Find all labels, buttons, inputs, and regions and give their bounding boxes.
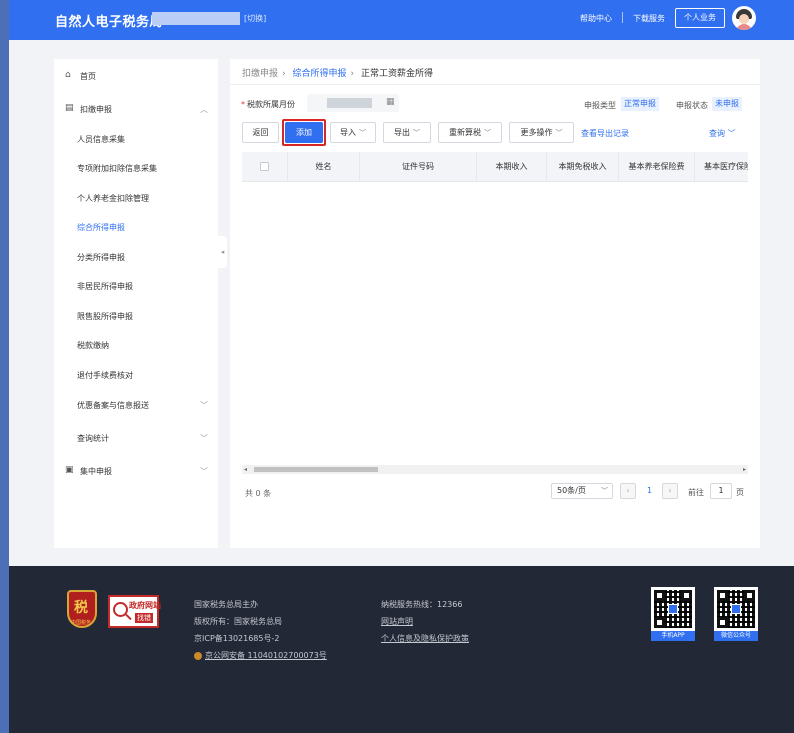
document-icon: ▤ xyxy=(65,103,74,113)
decl-status-badge: 未申报 xyxy=(712,97,742,111)
help-center-link[interactable]: 帮助中心 xyxy=(580,13,612,24)
collection-icon: ▣ xyxy=(65,465,74,475)
horizontal-scrollbar[interactable]: ◂ ▸ xyxy=(242,465,748,474)
next-page-button[interactable]: › xyxy=(662,483,678,499)
main-panel: 扣缴申报 › 综合所得申报 › 正常工资薪金所得 * 税款所属月份 ▦ 申报类型 正常… xyxy=(230,59,760,548)
site-statement-link[interactable]: 网站声明 xyxy=(381,613,469,630)
chevron-down-icon: ﹀ xyxy=(200,401,208,410)
sidebar: ⌂ 首页 ▤ 扣缴申报 ︿ 人员信息采集 专项附加扣除信息采集 个人养老金扣除管… xyxy=(54,59,218,548)
chevron-down-icon: ﹀ xyxy=(725,129,736,138)
decl-type-badge: 正常申报 xyxy=(621,97,659,111)
scrollbar-thumb[interactable] xyxy=(254,467,378,472)
more-actions-dropdown[interactable]: 更多操作 ﹀ xyxy=(509,122,574,143)
footer-police-record[interactable]: 京公网安备 11040102700073号 xyxy=(194,647,327,664)
footer-icp[interactable]: 京ICP备13021685号-2 xyxy=(194,630,327,647)
home-icon: ⌂ xyxy=(65,70,71,80)
col-pension-insurance[interactable]: 基本养老保险费 xyxy=(619,152,695,182)
col-tax-free-income[interactable]: 本期免税收入 xyxy=(547,152,619,182)
prev-page-button[interactable]: ‹ xyxy=(620,483,636,499)
table-header: 姓名 证件号码 本期收入 本期免税收入 基本养老保险费 基本医疗保险费 xyxy=(242,152,748,182)
page-size-select[interactable]: 50条/页 ﹀ xyxy=(551,483,613,499)
chevron-down-icon: ﹀ xyxy=(359,129,366,137)
chevron-down-icon: ﹀ xyxy=(413,129,420,137)
footer-links-column: 纳税服务热线：12366 网站声明 个人信息及隐私保护政策 xyxy=(381,596,469,647)
personal-business-button[interactable]: 个人业务 xyxy=(675,8,725,28)
scroll-left-icon[interactable]: ◂ xyxy=(244,465,247,474)
chevron-up-icon: ︿ xyxy=(200,105,208,114)
period-value-masked xyxy=(327,98,372,108)
col-medical-insurance[interactable]: 基本医疗保险费 xyxy=(695,152,748,182)
app-qr-caption: 手机APP xyxy=(651,631,695,641)
goto-page-input[interactable]: 1 xyxy=(710,483,732,499)
privacy-policy-link[interactable]: 个人信息及隐私保护政策 xyxy=(381,630,469,647)
footer: 税中国税务 政府网站 找错 国家税务总局主办 版权所有：国家税务总局 京ICP备… xyxy=(9,566,794,733)
col-name[interactable]: 姓名 xyxy=(288,152,360,182)
footer-copyright: 版权所有：国家税务总局 xyxy=(194,617,282,626)
divider xyxy=(230,84,760,85)
police-badge-icon xyxy=(194,651,202,660)
chevron-down-icon: ﹀ xyxy=(555,129,563,137)
tax-emblem-logo: 税中国税务 xyxy=(67,590,97,628)
footer-host: 国家税务总局主办 xyxy=(194,600,258,609)
col-current-income[interactable]: 本期收入 xyxy=(477,152,547,182)
breadcrumb-item-comprehensive[interactable]: 综合所得申报 xyxy=(293,69,347,79)
select-all-cell xyxy=(242,152,288,182)
calendar-icon: ▦ xyxy=(386,97,395,107)
scroll-right-icon[interactable]: ▸ xyxy=(743,465,746,474)
footer-hotline: 纳税服务热线：12366 xyxy=(381,600,463,609)
decl-status-label: 申报状态 xyxy=(676,101,708,110)
page-suffix: 页 xyxy=(736,488,744,497)
breadcrumb-item-current: 正常工资薪金所得 xyxy=(361,69,434,79)
export-log-link[interactable]: 查看导出记录 xyxy=(581,128,629,139)
goto-label: 前往 xyxy=(688,488,704,497)
footer-info-column: 国家税务总局主办 版权所有：国家税务总局 京ICP备13021685号-2 京公… xyxy=(194,596,327,664)
chevron-down-icon: ﹀ xyxy=(200,434,208,443)
recalculate-tax-dropdown[interactable]: 重新算税 ﹀ xyxy=(438,122,502,143)
select-all-checkbox[interactable] xyxy=(260,162,269,171)
period-date-picker[interactable]: ▦ xyxy=(307,94,399,112)
import-dropdown[interactable]: 导入 ﹀ xyxy=(330,122,376,143)
col-id-number[interactable]: 证件号码 xyxy=(360,152,477,182)
back-button[interactable]: 返回 xyxy=(242,122,279,143)
site-title[interactable]: 自然人电子税务局 xyxy=(55,11,163,30)
wechat-qr-code xyxy=(714,587,758,631)
header-divider xyxy=(622,12,623,23)
top-header: 自然人电子税务局 [切换] 帮助中心 下载服务 个人业务 xyxy=(9,0,794,40)
wechat-qr-caption: 微信公众号 xyxy=(714,631,758,641)
decl-type-label: 申报类型 xyxy=(584,101,616,110)
total-count: 共 0 条 xyxy=(245,489,272,498)
left-edge-strip xyxy=(0,0,9,733)
chevron-down-icon: ﹀ xyxy=(484,129,491,137)
chevron-down-icon: ﹀ xyxy=(601,487,608,495)
breadcrumb-item-withholding[interactable]: 扣缴申报 xyxy=(242,69,278,79)
breadcrumb: 扣缴申报 › 综合所得申报 › 正常工资薪金所得 xyxy=(242,69,434,79)
period-label: * 税款所属月份 xyxy=(241,100,295,109)
taxpayer-name-masked xyxy=(152,12,240,25)
download-service-link[interactable]: 下载服务 xyxy=(633,13,665,24)
query-dropdown[interactable]: 查询 ﹀ xyxy=(709,128,736,139)
current-page[interactable]: 1 xyxy=(647,486,652,495)
sidebar-collapse-handle[interactable]: ◂ xyxy=(218,236,227,268)
switch-identity-link[interactable]: [切换] xyxy=(244,13,266,24)
highlight-outline xyxy=(282,119,326,146)
app-qr-code xyxy=(651,587,695,631)
chevron-down-icon: ﹀ xyxy=(200,467,208,476)
gov-website-error-report-badge[interactable]: 政府网站 找错 xyxy=(108,595,161,628)
user-avatar[interactable] xyxy=(732,6,756,30)
export-dropdown[interactable]: 导出 ﹀ xyxy=(383,122,431,143)
